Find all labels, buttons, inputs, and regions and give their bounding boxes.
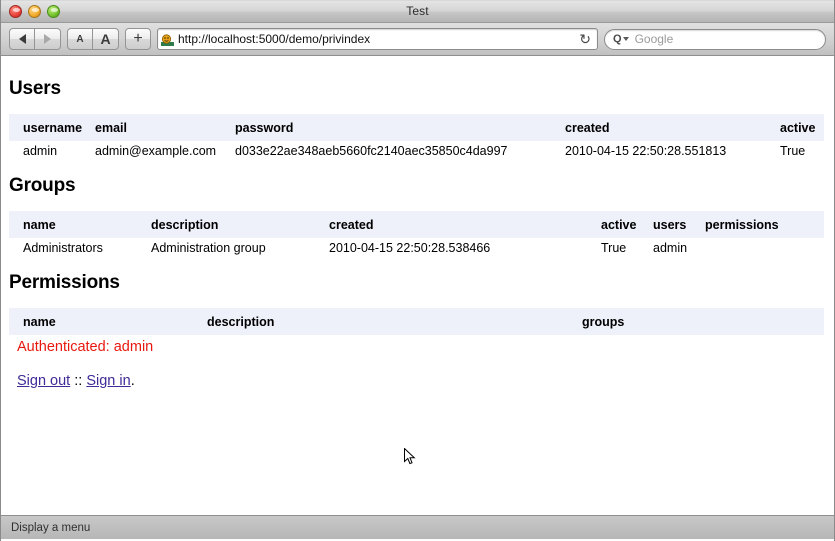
column-header-created: created [327,211,599,238]
search-field[interactable]: Q Google [604,28,826,50]
window-title: Test [406,4,429,18]
column-header-password: password [233,114,563,141]
cell-active: True [601,241,627,255]
cell-permissions [703,238,824,258]
column-header-name: name [9,211,149,238]
navigation-buttons [9,28,61,50]
browser-window: Test A A + http://localhost:5000/demo/pr… [0,0,835,541]
cell-name: Administrators [23,241,103,255]
text-smaller-label: A [76,33,84,45]
column-header-description: description [149,211,327,238]
status-text: Display a menu [11,521,91,534]
cell-created: 2010-04-15 22:50:28.538466 [329,241,491,255]
groups-table: name description created active users pe… [9,211,824,258]
table-header-row: name description groups [9,308,824,335]
users-table: username email password created active a… [9,114,824,161]
cell-description: Administration group [151,241,266,255]
cell-active: True [780,144,806,158]
column-header-description: description [205,308,580,335]
increase-text-size-button[interactable]: A [93,28,119,50]
reload-icon[interactable]: ↻ [577,32,593,46]
page-content: Users username email password created ac… [1,56,834,515]
permissions-table: name description groups [9,308,824,335]
link-separator: :: [70,373,87,389]
sign-in-link[interactable]: Sign in [86,373,130,389]
arrow-right-icon [44,34,51,44]
plus-icon: + [133,30,143,47]
cell-password: d033e22ae348aeb5660fc2140aec35850c4da997 [235,144,508,158]
decrease-text-size-button[interactable]: A [67,28,93,50]
status-bar: Display a menu [1,515,834,539]
column-header-users: users [651,211,703,238]
column-header-username: username [9,114,93,141]
favicon-icon [161,32,174,46]
title-bar: Test [1,0,834,23]
text-size-buttons: A A [67,28,119,50]
sign-out-link[interactable]: Sign out [17,373,70,389]
column-header-created: created [563,114,778,141]
cell-email: admin@example.com [95,144,217,158]
url-text[interactable]: http://localhost:5000/demo/privindex [178,32,577,46]
auth-status-message: Authenticated: admin [17,339,154,355]
column-header-name: name [9,308,205,335]
mouse-cursor [404,447,416,466]
search-placeholder: Google [634,32,674,46]
column-header-groups: groups [580,308,824,335]
permissions-heading: Permissions [9,272,120,293]
cell-users: admin [653,241,688,255]
groups-heading: Groups [9,175,76,196]
column-header-active: active [599,211,651,238]
browser-toolbar: A A + http://localhost:5000/demo/privind… [1,23,834,56]
cell-username: admin [23,144,58,158]
column-header-permissions: permissions [703,211,824,238]
search-icon: Q [613,33,622,45]
back-button[interactable] [9,28,35,50]
cell-created: 2010-04-15 22:50:28.551813 [565,144,727,158]
auth-links: Sign out :: Sign in. [17,373,824,389]
users-heading: Users [9,78,61,99]
arrow-left-icon [18,34,26,44]
table-header-row: username email password created active [9,114,824,141]
links-trailing-period: . [130,373,135,389]
column-header-email: email [93,114,233,141]
add-bookmark-button[interactable]: + [125,28,151,50]
column-header-active: active [778,114,824,141]
table-header-row: name description created active users pe… [9,211,824,238]
table-row: admin admin@example.com d033e22ae348aeb5… [9,141,824,161]
chevron-down-icon[interactable] [622,37,629,41]
text-larger-label: A [100,31,111,47]
address-bar[interactable]: http://localhost:5000/demo/privindex ↻ [157,28,598,50]
table-row: Administrators Administration group 2010… [9,238,824,258]
forward-button[interactable] [35,28,61,50]
